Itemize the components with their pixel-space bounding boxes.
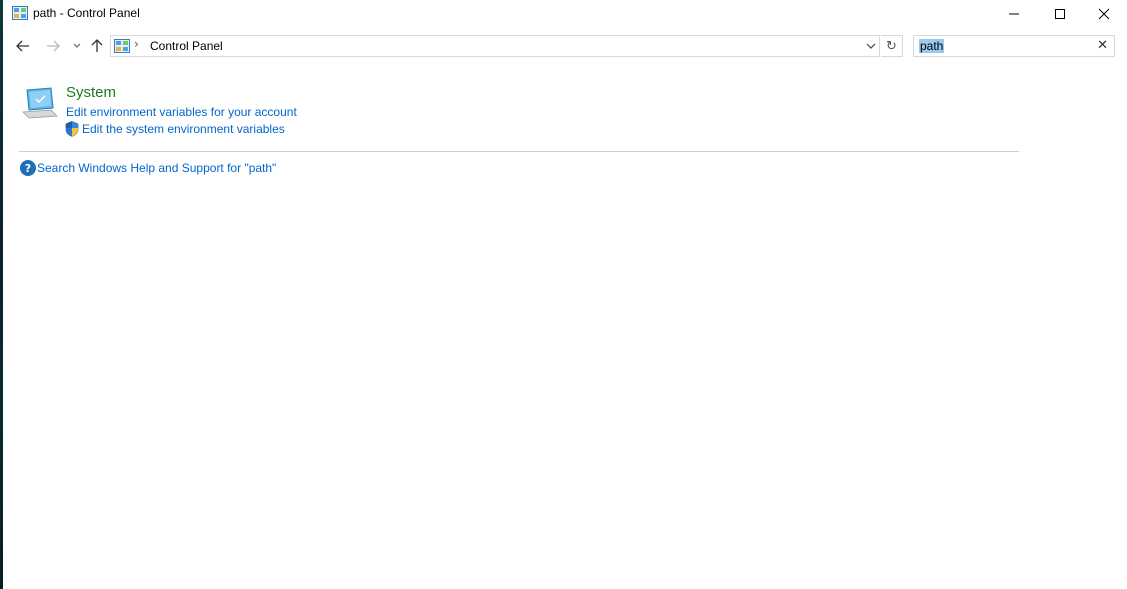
arrow-left-icon: [16, 40, 29, 52]
search-value[interactable]: path: [919, 39, 945, 53]
minimize-button[interactable]: [991, 0, 1037, 28]
arrow-right-icon: [47, 40, 60, 52]
clear-search-icon[interactable]: ✕: [1097, 38, 1108, 53]
search-input[interactable]: path ✕: [913, 35, 1115, 57]
system-computer-icon: [22, 87, 58, 119]
navigation-bar: › Control Panel ↻ path ✕: [3, 32, 1127, 60]
results-divider: [19, 151, 1019, 152]
up-button[interactable]: [87, 36, 107, 56]
maximize-icon: [1055, 9, 1065, 19]
control-panel-icon: [12, 6, 28, 20]
chevron-down-icon: [73, 43, 81, 48]
recent-locations-button[interactable]: [67, 36, 87, 56]
maximize-button[interactable]: [1037, 0, 1083, 28]
close-icon: [1098, 8, 1110, 20]
refresh-icon: ↻: [886, 38, 897, 54]
refresh-button[interactable]: ↻: [881, 35, 903, 57]
breadcrumb-control-panel[interactable]: Control Panel: [150, 39, 223, 53]
uac-shield-icon: [65, 121, 79, 137]
edit-system-env-vars-link[interactable]: Edit the system environment variables: [82, 122, 285, 136]
control-panel-icon: [114, 39, 130, 53]
forward-button[interactable]: [43, 36, 63, 56]
breadcrumb-separator[interactable]: ›: [134, 37, 139, 51]
close-button[interactable]: [1081, 0, 1127, 28]
chevron-down-icon: [866, 43, 876, 49]
help-icon: ?: [20, 160, 36, 176]
minimize-icon: [1009, 13, 1019, 15]
title-bar[interactable]: path - Control Panel: [3, 0, 1127, 28]
search-help-link[interactable]: Search Windows Help and Support for "pat…: [37, 161, 276, 175]
address-bar[interactable]: › Control Panel: [110, 35, 880, 57]
system-group-title[interactable]: System: [66, 84, 116, 101]
edit-user-env-vars-link[interactable]: Edit environment variables for your acco…: [66, 105, 297, 119]
arrow-up-icon: [91, 39, 103, 52]
window-title: path - Control Panel: [33, 6, 140, 20]
search-results: System Edit environment variables for yo…: [3, 62, 1127, 589]
address-dropdown-button[interactable]: [863, 38, 879, 54]
back-button[interactable]: [13, 36, 33, 56]
